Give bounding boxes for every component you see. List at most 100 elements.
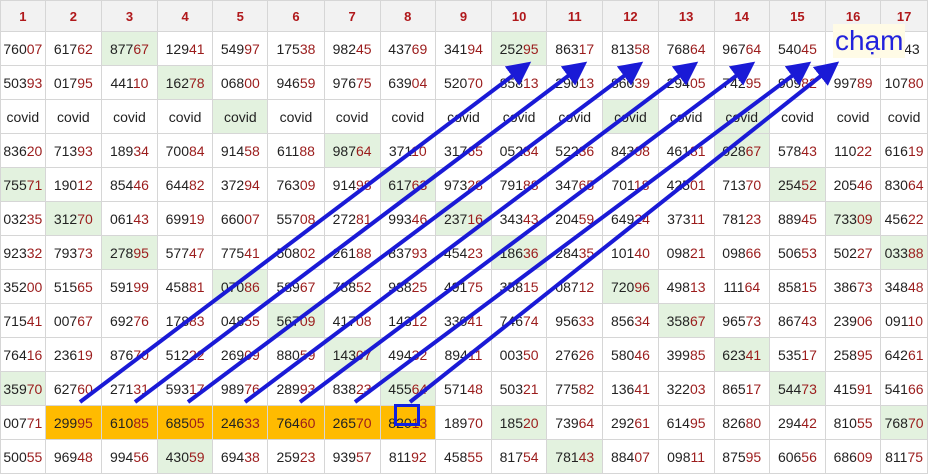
cell-value: 52070 (443, 74, 483, 91)
table-cell: 19012 (44, 167, 102, 202)
cell-value: 11164 (723, 278, 761, 295)
table-cell: 58967 (267, 269, 325, 304)
table-cell: 43059 (157, 439, 214, 474)
table-cell: 87670 (100, 337, 159, 372)
table-cell: 11164 (713, 269, 770, 304)
cell-value: 37311 (667, 210, 706, 227)
table-cell: 57148 (434, 371, 493, 406)
table-cell: 93825 (379, 269, 436, 304)
cell-value: 51565 (53, 278, 93, 295)
cell-value: 31765 (443, 142, 483, 159)
table-cell: 84308 (602, 133, 659, 168)
cell-value: covid (558, 108, 592, 125)
table-cell: 98976 (212, 371, 269, 406)
cell-value: 77541 (220, 244, 260, 261)
cell-value: 81055 (833, 414, 873, 431)
table-cell: 03235 (0, 201, 46, 236)
table-cell: 85815 (768, 269, 826, 304)
table-row: 71541 00767 69276 17883 04855 56709 41708 14312… (0, 303, 928, 338)
table-cell: 11022 (824, 133, 882, 168)
table-cell: 34194 (434, 31, 493, 66)
cell-value: 49175 (443, 278, 483, 295)
table-cell: 76870 (880, 405, 928, 440)
table-cell: 37110 (379, 133, 436, 168)
table-cell: 86039 (602, 65, 659, 100)
table-cell: 00767 (44, 303, 102, 338)
table-cell: 83823 (323, 371, 381, 406)
cell-value: 64924 (610, 210, 650, 227)
cell-value: 82680 (722, 414, 762, 431)
table-cell: 91498 (323, 167, 381, 202)
cell-value: 26570 (332, 414, 372, 431)
cell-value: 91498 (332, 176, 372, 193)
table-cell: 45622 (880, 201, 928, 236)
grid-body: 76007 61762 87767 12941 54997 17538 98245 43769… (0, 31, 928, 474)
cell-value: 64482 (165, 176, 205, 193)
cell-value: 88407 (610, 448, 650, 465)
table-cell: 18934 (100, 133, 159, 168)
cell-value: 28435 (555, 244, 595, 261)
table-cell: 23716 (434, 201, 493, 236)
table-cell: 97675 (323, 65, 381, 100)
table-cell: 20546 (824, 167, 882, 202)
table-cell: 56709 (267, 303, 325, 338)
cell-value: 05284 (499, 142, 539, 159)
cell-value: 86743 (777, 312, 817, 329)
table-row: 50055 96948 99456 43059 69438 25923 93957 81192… (0, 439, 928, 474)
cell-value: 34194 (443, 40, 483, 57)
table-cell: 35200 (0, 269, 46, 304)
table-cell: covid (768, 99, 826, 134)
table-cell: covid (546, 99, 604, 134)
cell-value: 43769 (388, 40, 428, 57)
table-cell: 35815 (490, 269, 548, 304)
table-cell: 10780 (880, 65, 928, 100)
table-cell: 27626 (546, 337, 604, 372)
table-cell: 53517 (768, 337, 826, 372)
cell-value: 86039 (610, 74, 650, 91)
cell-value: 97675 (332, 74, 372, 91)
cell-value: 27626 (555, 346, 595, 363)
cell-value: 81754 (499, 448, 539, 465)
cell-value: 00771 (3, 414, 43, 431)
cell-value: 59317 (165, 380, 205, 397)
cell-value: 06800 (220, 74, 260, 91)
cell-value: 25452 (777, 176, 817, 193)
table-cell: 70118 (602, 167, 659, 202)
table-cell: 46181 (657, 133, 715, 168)
cell-value: 43059 (165, 448, 205, 465)
column-header: 1 (0, 0, 46, 32)
cell-value: 78143 (555, 448, 595, 465)
table-row: 92332 79373 27895 57747 77541 50802 26188 83793… (0, 235, 928, 270)
table-row: 83620 71393 18934 70084 91458 61188 98764 37110… (0, 133, 928, 168)
table-cell: 63904 (379, 65, 436, 100)
cell-value: 35867 (666, 312, 706, 329)
table-cell: covid (157, 99, 214, 134)
table-cell: 76007 (0, 31, 46, 66)
cell-value: 76416 (3, 346, 43, 363)
table-cell: 27281 (323, 201, 381, 236)
cell-value: 14312 (388, 312, 428, 329)
table-cell: 61762 (44, 31, 102, 66)
cell-value: 09110 (885, 312, 924, 329)
table-cell: 34848 (880, 269, 928, 304)
table-cell: 16278 (157, 65, 214, 100)
table-cell: covid (100, 99, 159, 134)
table-cell: 76864 (657, 31, 715, 66)
table-cell: 26188 (323, 235, 381, 270)
cell-value: 61763 (388, 176, 428, 193)
cell-value: 29995 (53, 414, 93, 431)
cell-value: 85634 (610, 312, 650, 329)
table-cell: covid (0, 99, 46, 134)
cell-value: 09821 (666, 244, 706, 261)
table-cell: 45423 (434, 235, 493, 270)
table-cell: 96573 (713, 303, 770, 338)
cell-value: 50393 (3, 74, 43, 91)
cell-value: 13641 (610, 380, 650, 397)
cell-value: covid (279, 108, 313, 125)
table-cell: 09110 (880, 303, 928, 338)
table-cell: 03388 (880, 235, 928, 270)
table-cell: 45564 (379, 371, 436, 406)
table-cell: covid (602, 99, 659, 134)
table-cell: 59199 (100, 269, 159, 304)
cell-value: 78123 (722, 210, 762, 227)
